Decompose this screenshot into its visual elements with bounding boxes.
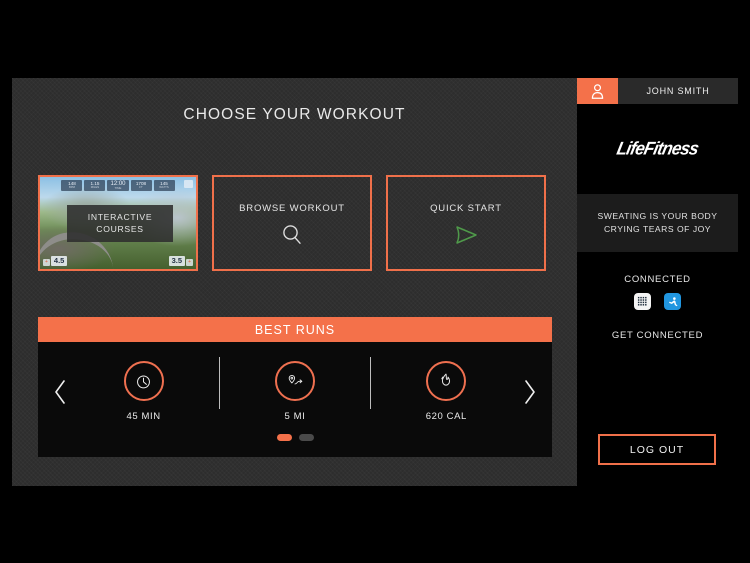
connected-title: CONNECTED [624,274,691,285]
quick-start-label: QUICK START [430,203,502,214]
thumb-chip-sub: WATTS [159,185,169,190]
stat-duration-label: 45 MIN [126,411,161,422]
thumb-chip: 145 WATTS [153,179,175,192]
play-icon [388,223,544,247]
thumb-chip: 1708 FT [130,179,152,192]
thumb-chip-sub: FT [139,185,143,190]
thumbnail-incline-group: + 4.5 [43,255,68,266]
stat-divider [370,356,372,409]
thumb-chip-sub: TIME [114,186,122,191]
clock-icon [123,361,164,401]
stat-distance-label: 5 MI [284,411,306,422]
stat-divider [218,356,220,409]
thumbnail-menu-icon [184,180,193,188]
thumb-chip-sub: BPM [68,185,76,190]
tile-browse-workout[interactable]: BROWSE WORKOUT [212,175,372,271]
thumbnail-plus-icon: + [43,258,50,266]
thumb-chip: 1.15 MILES [84,179,106,192]
stat-duration[interactable]: 45 MIN [96,361,192,422]
carousel-prev-button[interactable] [38,379,82,421]
best-runs-stats: 45 MIN 5 MI 620 CAL [82,356,508,443]
thumbnail-incline-value: 4.5 [50,255,68,266]
flame-icon [426,361,467,401]
best-runs-section: BEST RUNS 45 MIN 5 MI 620 CAL [38,317,552,457]
thumb-chip: 148 BPM [61,179,83,192]
connected-app-icons [634,293,681,310]
thumbnail-minus-icon: + [186,258,193,266]
courses-label-line2: COURSES [96,223,144,234]
courses-label-line1: INTERACTIVE [87,211,153,222]
thumbnail-stat-bar: 148 BPM 1.15 MILES 12:00 TIME 1708 FT 14… [40,179,196,192]
get-connected-label[interactable]: GET CONNECTED [612,330,703,341]
stat-calories[interactable]: 620 CAL [398,361,494,422]
interactive-courses-overlay: INTERACTIVE COURSES [67,205,173,242]
browse-workout-label: BROWSE WORKOUT [239,203,345,214]
motivational-quote: SWEATING IS YOUR BODY CRYING TEARS OF JO… [577,194,738,252]
stat-distance[interactable]: 5 MI [247,361,343,422]
app-screen: CHOOSE YOUR WORKOUT 148 BPM 1.15 MILES 1… [0,0,750,563]
tile-quick-start[interactable]: QUICK START [386,175,546,271]
best-runs-body: 45 MIN 5 MI 620 CAL [38,342,552,457]
carousel-next-button[interactable] [508,379,552,421]
console-window: CHOOSE YOUR WORKOUT 148 BPM 1.15 MILES 1… [12,78,738,486]
tile-interactive-courses[interactable]: 148 BPM 1.15 MILES 12:00 TIME 1708 FT 14… [38,175,198,271]
thumbnail-speed-value: 3.5 [168,255,186,266]
myfitnesspal-icon[interactable] [634,293,651,310]
carousel-pagination [38,434,552,441]
main-panel: CHOOSE YOUR WORKOUT 148 BPM 1.15 MILES 1… [12,78,577,486]
right-sidebar: JOHN SMITH LifeFitness SWEATING IS YOUR … [577,78,738,486]
search-icon [214,223,370,247]
pagination-dot[interactable] [298,434,314,441]
pagination-dot-active[interactable] [276,434,292,441]
page-title: CHOOSE YOUR WORKOUT [183,106,406,123]
best-runs-header: BEST RUNS [38,317,552,342]
brand-logo: LifeFitness [614,138,701,159]
workout-tiles: 148 BPM 1.15 MILES 12:00 TIME 1708 FT 14… [38,175,552,271]
brand-block: LifeFitness [577,104,738,194]
thumb-chip-sub: MILES [90,185,100,190]
thumbnail-speed-group: 3.5 + [168,255,193,266]
user-icon [577,78,618,104]
fitness-app-icon[interactable] [664,293,681,310]
quote-line-1: SWEATING IS YOUR BODY [597,211,718,222]
thumb-chip-time: 12:00 TIME [107,180,129,191]
stat-calories-label: 620 CAL [425,411,467,422]
user-name: JOHN SMITH [646,86,710,96]
route-pin-icon [274,361,315,401]
quote-line-2: CRYING TEARS OF JOY [603,224,712,234]
user-bar[interactable]: JOHN SMITH [577,78,738,104]
logout-button[interactable]: LOG OUT [598,434,716,465]
